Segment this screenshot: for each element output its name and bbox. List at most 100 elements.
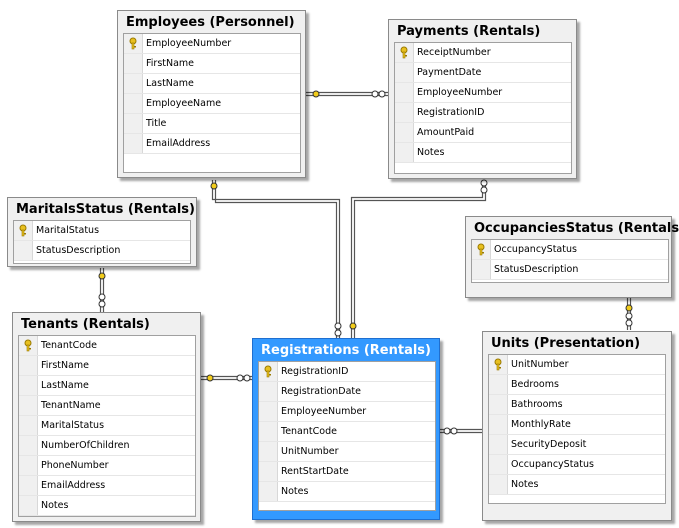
column-row[interactable]: FirstName	[124, 54, 300, 74]
column-row[interactable]: StatusDescription	[472, 260, 668, 280]
table-title: OccupanciesStatus (Rentals)	[474, 221, 679, 236]
column-name: RentStartDate	[281, 466, 349, 477]
table-registrations[interactable]: Registrations (Rentals) RegistrationID R…	[252, 338, 440, 520]
column-grid: UnitNumber Bedrooms Bathrooms MonthlyRat…	[488, 354, 666, 504]
column-row[interactable]: UnitNumber	[259, 442, 435, 462]
column-name: MonthlyRate	[511, 419, 571, 430]
column-name: LastName	[41, 380, 89, 391]
column-name: ReceiptNumber	[417, 47, 491, 58]
table-title: Payments (Rentals)	[397, 24, 541, 39]
column-row[interactable]: TenantName	[19, 396, 195, 416]
column-grid: TenantCode FirstName LastName TenantName…	[18, 335, 196, 517]
column-name: Bathrooms	[511, 399, 563, 410]
column-name: AmountPaid	[417, 127, 475, 138]
primary-key-icon	[264, 365, 272, 378]
column-row[interactable]: RegistrationID	[395, 103, 571, 123]
column-row[interactable]: LastName	[19, 376, 195, 396]
column-row[interactable]: PaymentDate	[395, 63, 571, 83]
column-name: Bedrooms	[511, 379, 559, 390]
column-grid: EmployeeNumber FirstName LastName Employ…	[123, 33, 301, 173]
primary-key-icon	[19, 224, 27, 237]
column-name: UnitNumber	[511, 359, 569, 370]
column-grid: ReceiptNumber PaymentDate EmployeeNumber…	[394, 42, 572, 174]
column-name: Title	[146, 118, 167, 129]
column-row[interactable]: ReceiptNumber	[395, 43, 571, 63]
column-row[interactable]: EmailAddress	[124, 134, 300, 154]
column-row[interactable]: RegistrationID	[259, 362, 435, 382]
column-name: NumberOfChildren	[41, 440, 130, 451]
column-name: OccupancyStatus	[511, 459, 594, 470]
column-row[interactable]: RentStartDate	[259, 462, 435, 482]
column-row[interactable]: StatusDescription	[14, 241, 190, 261]
column-row[interactable]: Title	[124, 114, 300, 134]
column-row[interactable]: Bedrooms	[489, 375, 665, 395]
column-row[interactable]: EmployeeName	[124, 94, 300, 114]
column-row[interactable]: EmployeeNumber	[259, 402, 435, 422]
table-title: Registrations (Rentals)	[261, 343, 431, 358]
table-maritalsstatus[interactable]: MaritalsStatus (Rentals) MaritalStatus S…	[7, 197, 197, 267]
table-title: MaritalsStatus (Rentals)	[16, 202, 195, 217]
column-row[interactable]: SecurityDeposit	[489, 435, 665, 455]
column-name: TenantName	[41, 400, 101, 411]
column-name: EmployeeNumber	[417, 87, 503, 98]
column-row[interactable]: MonthlyRate	[489, 415, 665, 435]
column-row[interactable]: RegistrationDate	[259, 382, 435, 402]
primary-key-icon	[400, 46, 408, 59]
column-row[interactable]: FirstName	[19, 356, 195, 376]
column-name: MaritalStatus	[36, 225, 100, 236]
column-name: StatusDescription	[36, 245, 121, 256]
column-name: EmailAddress	[41, 480, 106, 491]
column-row[interactable]: Notes	[259, 482, 435, 502]
column-row[interactable]: MaritalStatus	[14, 221, 190, 241]
column-row[interactable]: TenantCode	[259, 422, 435, 442]
table-occupanciesstatus[interactable]: OccupanciesStatus (Rentals) OccupancySta…	[465, 216, 679, 298]
column-name: EmployeeNumber	[281, 406, 367, 417]
relationship-employees-registrations	[211, 180, 341, 340]
column-row[interactable]: NumberOfChildren	[19, 436, 195, 456]
column-name: RegistrationDate	[281, 386, 361, 397]
column-row[interactable]: Bathrooms	[489, 395, 665, 415]
column-row[interactable]: EmailAddress	[19, 476, 195, 496]
column-name: MaritalStatus	[41, 420, 105, 431]
table-units[interactable]: Units (Presentation) UnitNumber Bedrooms…	[482, 331, 672, 521]
column-name: Notes	[281, 486, 309, 497]
column-name: Notes	[511, 479, 539, 490]
column-name: FirstName	[41, 360, 90, 371]
table-employees[interactable]: Employees (Personnel) EmployeeNumber Fir…	[117, 10, 306, 178]
primary-key-icon	[477, 243, 485, 256]
column-row[interactable]: AmountPaid	[395, 123, 571, 143]
column-name: FirstName	[146, 58, 195, 69]
column-name: OccupancyStatus	[494, 244, 577, 255]
column-name: RegistrationID	[281, 366, 349, 377]
column-name: Notes	[417, 147, 445, 158]
column-name: LastName	[146, 78, 194, 89]
column-name: EmployeeNumber	[146, 38, 232, 49]
column-row[interactable]: TenantCode	[19, 336, 195, 356]
column-name: RegistrationID	[417, 107, 485, 118]
column-grid: MaritalStatus StatusDescription	[13, 220, 191, 264]
column-row[interactable]: OccupancyStatus	[489, 455, 665, 475]
column-name: Notes	[41, 500, 69, 511]
column-name: SecurityDeposit	[511, 439, 587, 450]
column-row[interactable]: OccupancyStatus	[472, 240, 668, 260]
table-tenants[interactable]: Tenants (Rentals) TenantCode FirstName L…	[12, 312, 201, 522]
column-row[interactable]: MaritalStatus	[19, 416, 195, 436]
column-row[interactable]: UnitNumber	[489, 355, 665, 375]
table-payments[interactable]: Payments (Rentals) ReceiptNumber Payment…	[388, 19, 577, 179]
column-row[interactable]: Notes	[489, 475, 665, 495]
column-row[interactable]: EmployeeNumber	[395, 83, 571, 103]
column-row[interactable]: Notes	[395, 143, 571, 163]
column-row[interactable]: EmployeeNumber	[124, 34, 300, 54]
table-title: Tenants (Rentals)	[21, 317, 150, 332]
column-name: PaymentDate	[417, 67, 482, 78]
column-grid: OccupancyStatus StatusDescription	[471, 239, 669, 283]
column-row[interactable]: PhoneNumber	[19, 456, 195, 476]
column-name: UnitNumber	[281, 446, 339, 457]
column-row[interactable]: Notes	[19, 496, 195, 516]
table-title: Units (Presentation)	[491, 336, 641, 351]
column-row[interactable]: LastName	[124, 74, 300, 94]
column-name: StatusDescription	[494, 264, 579, 275]
column-name: PhoneNumber	[41, 460, 109, 471]
column-name: EmailAddress	[146, 138, 211, 149]
column-name: TenantCode	[281, 426, 337, 437]
